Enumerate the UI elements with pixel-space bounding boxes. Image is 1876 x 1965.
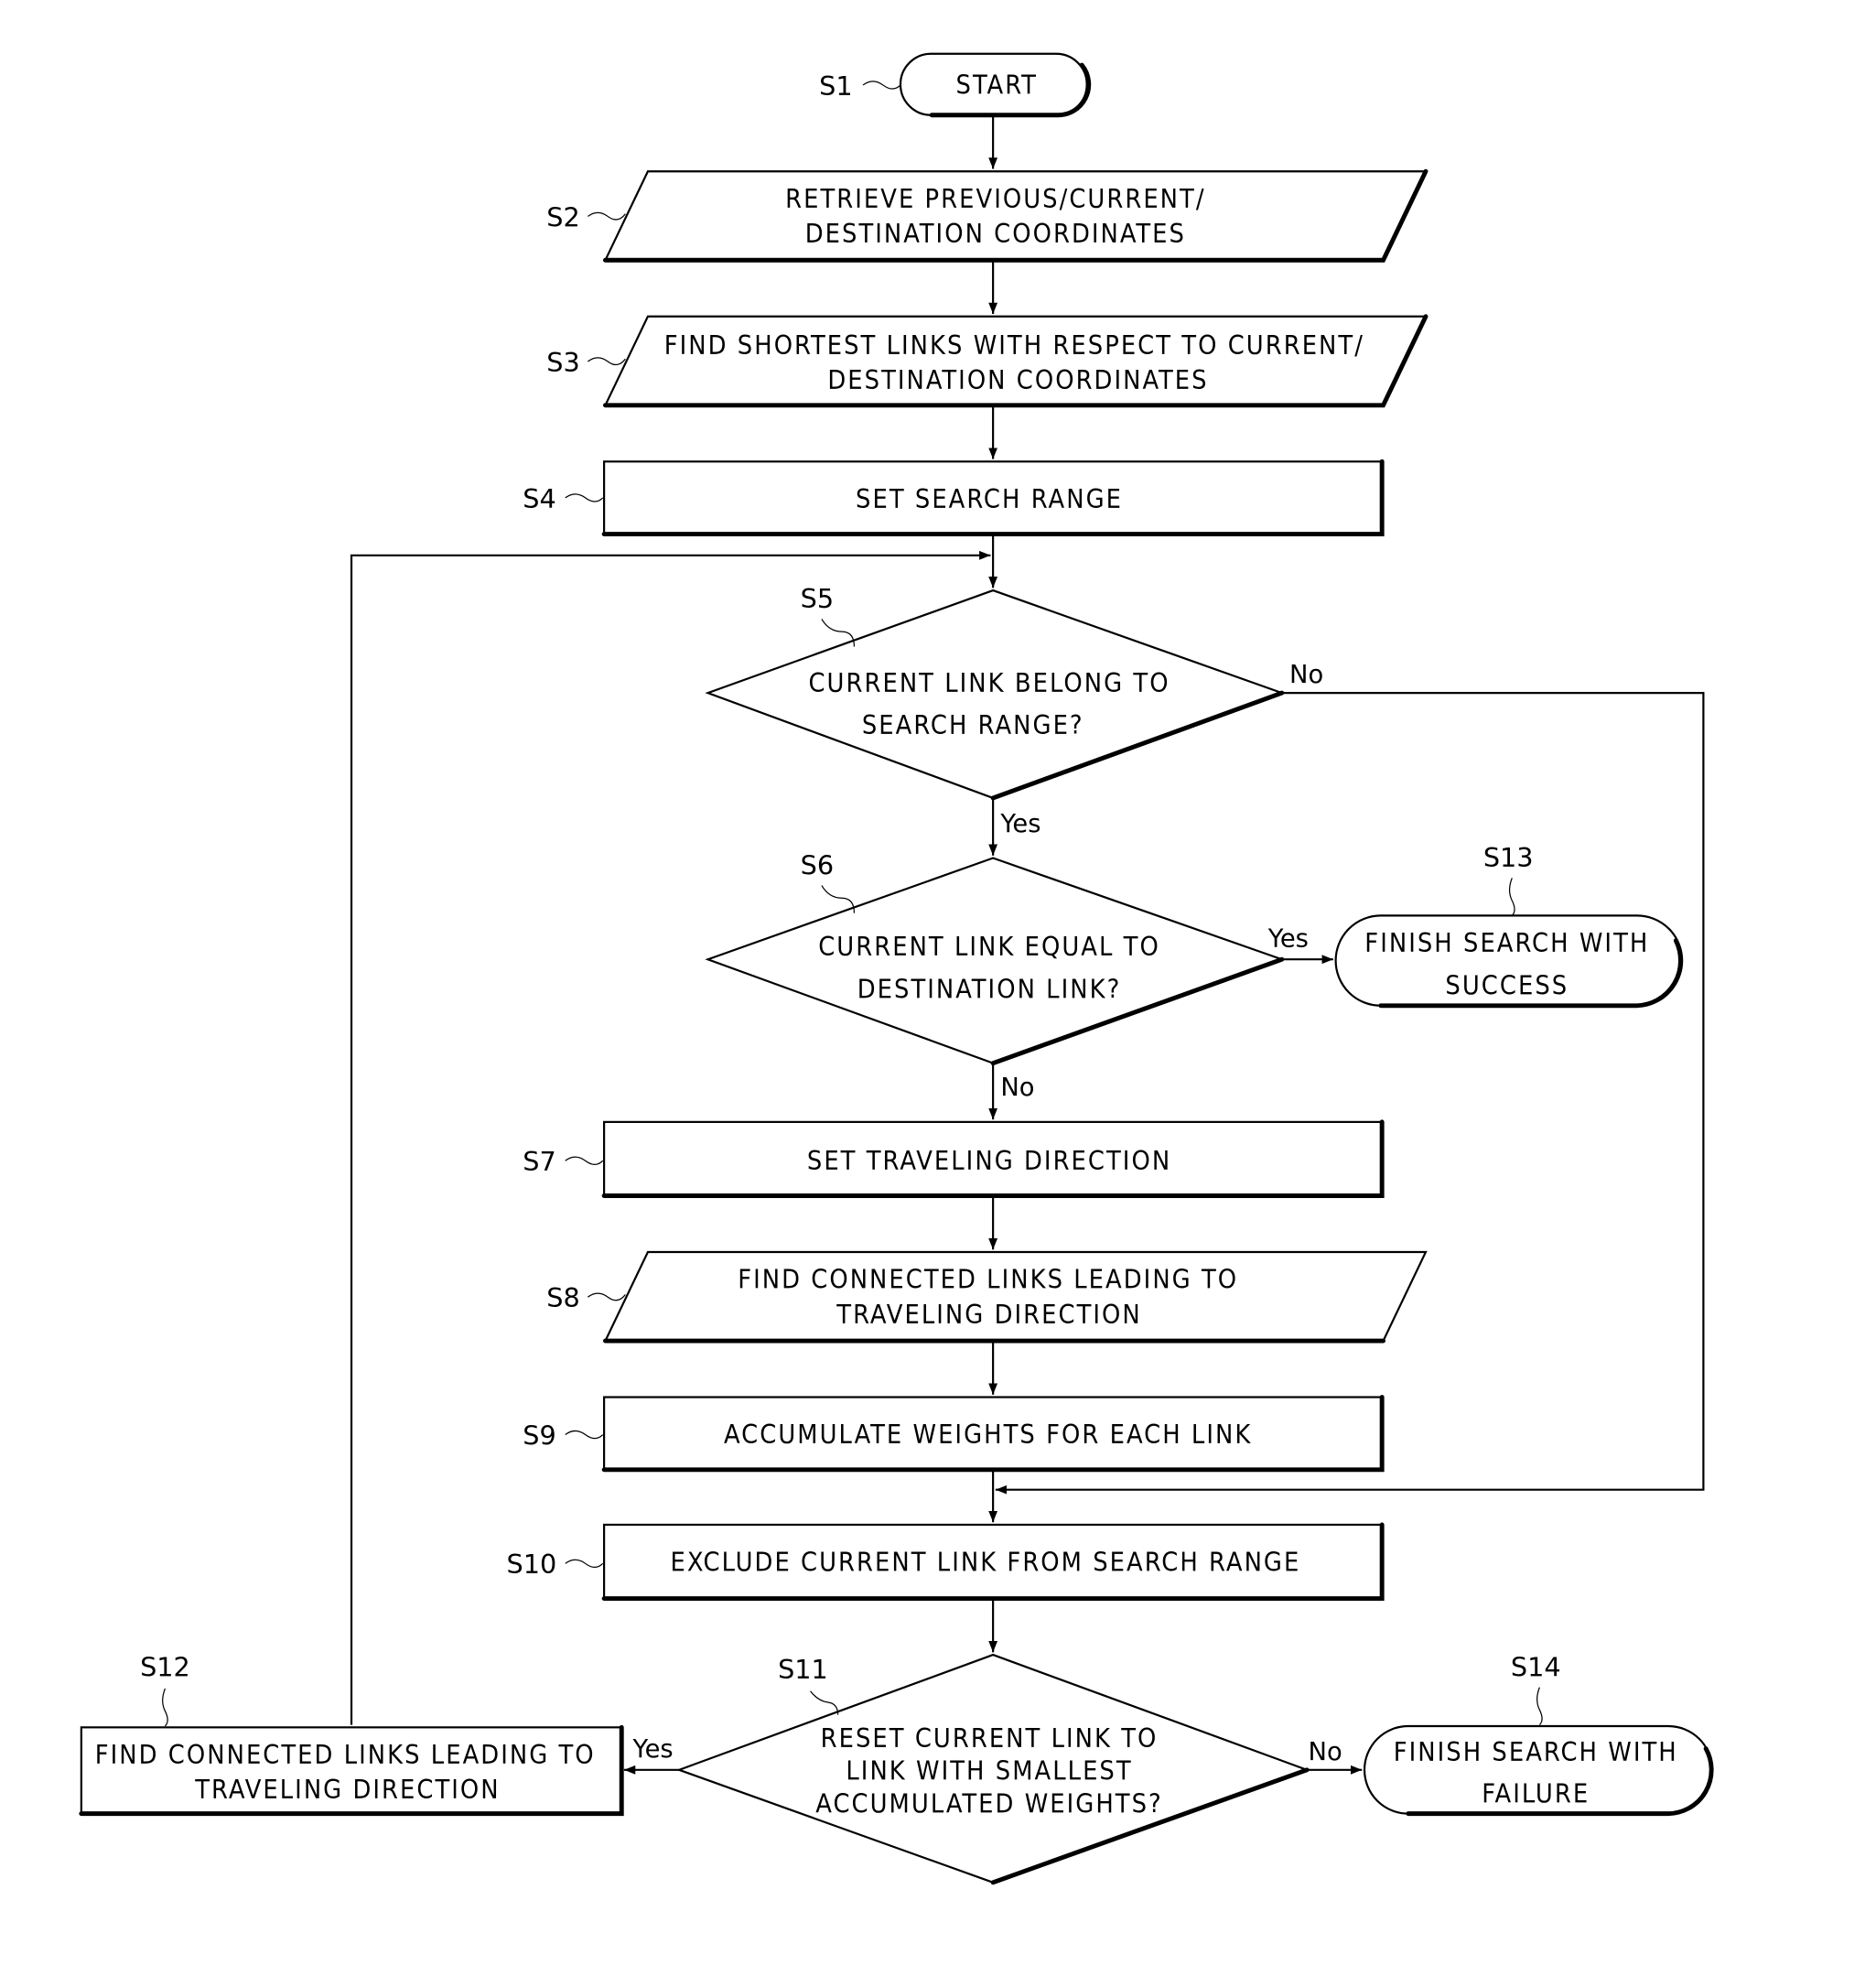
s12-text-line1: FIND CONNECTED LINKS LEADING TO <box>95 1739 596 1770</box>
s14-text-line2: FAILURE <box>1482 1777 1590 1808</box>
s13-text-line2: SUCCESS <box>1445 969 1569 1000</box>
s14-text-line1: FINISH SEARCH WITH <box>1394 1736 1678 1767</box>
s12-text-line2: TRAVELING DIRECTION <box>194 1774 500 1805</box>
s3-ref: S3 <box>546 347 626 378</box>
s2-text-line2: DESTINATION COORDINATES <box>805 218 1186 249</box>
s6-yes-label: Yes <box>1267 925 1309 954</box>
s2-text-line1: RETRIEVE PREVIOUS/CURRENT/ <box>785 183 1205 214</box>
s4-label: S4 <box>523 483 555 514</box>
s5-yes-label: Yes <box>999 810 1040 838</box>
s11-label: S11 <box>778 1654 828 1685</box>
s8-text-line2: TRAVELING DIRECTION <box>836 1299 1141 1330</box>
s9-ref: S9 <box>523 1420 604 1451</box>
s3-text-line1: FIND SHORTEST LINKS WITH RESPECT TO CURR… <box>664 329 1364 361</box>
step-s5-decision: CURRENT LINK BELONG TO SEARCH RANGE? <box>705 588 1286 801</box>
step-s7: SET TRAVELING DIRECTION <box>601 1119 1385 1198</box>
s13-label: S13 <box>1483 842 1534 873</box>
step-s12: FIND CONNECTED LINKS LEADING TO TRAVELIN… <box>79 1724 624 1817</box>
arrow-s5-no <box>995 692 1705 1495</box>
s1-text: START <box>956 69 1038 100</box>
s8-text-line1: FIND CONNECTED LINKS LEADING TO <box>738 1264 1238 1295</box>
s10-ref: S10 <box>507 1549 604 1580</box>
s11-no-label: No <box>1309 1738 1342 1766</box>
s6-text-line1: CURRENT LINK EQUAL TO <box>818 931 1160 962</box>
s7-text: SET TRAVELING DIRECTION <box>807 1145 1171 1176</box>
step-s4: SET SEARCH RANGE <box>601 459 1385 537</box>
s2-label: S2 <box>546 201 579 232</box>
s11-text-line1: RESET CURRENT LINK TO <box>821 1722 1159 1754</box>
s11-text-line3: ACCUMULATED WEIGHTS? <box>815 1787 1163 1819</box>
s1-ref: S1 <box>819 70 901 102</box>
s10-label: S10 <box>507 1549 557 1580</box>
s6-label: S6 <box>801 849 834 880</box>
s13-text-line1: FINISH SEARCH WITH <box>1364 927 1649 958</box>
s10-text: EXCLUDE CURRENT LINK FROM SEARCH RANGE <box>671 1547 1301 1578</box>
step-s1-start: START <box>899 52 1092 118</box>
s4-text: SET SEARCH RANGE <box>856 483 1123 514</box>
step-s2: RETRIEVE PREVIOUS/CURRENT/ DESTINATION C… <box>603 168 1429 263</box>
step-s8: FIND CONNECTED LINKS LEADING TO TRAVELIN… <box>603 1250 1428 1344</box>
s8-label: S8 <box>546 1282 579 1313</box>
s9-text: ACCUMULATE WEIGHTS FOR EACH LINK <box>724 1419 1252 1450</box>
s11-ref: S11 <box>778 1654 839 1715</box>
s3-label: S3 <box>546 347 579 378</box>
s13-ref: S13 <box>1483 842 1534 916</box>
step-s14-failure: FINISH SEARCH WITH FAILURE <box>1363 1724 1714 1817</box>
s11-text-line2: LINK WITH SMALLEST <box>846 1755 1132 1787</box>
step-s11-decision: RESET CURRENT LINK TO LINK WITH SMALLEST… <box>675 1653 1310 1885</box>
s9-label: S9 <box>523 1420 555 1451</box>
s14-ref: S14 <box>1511 1651 1561 1726</box>
step-s10: EXCLUDE CURRENT LINK FROM SEARCH RANGE <box>601 1522 1385 1602</box>
s14-label: S14 <box>1511 1651 1561 1682</box>
s7-ref: S7 <box>523 1146 604 1177</box>
s5-ref: S5 <box>801 583 856 647</box>
s6-text-line2: DESTINATION LINK? <box>857 974 1122 1005</box>
s7-label: S7 <box>523 1146 555 1177</box>
flowchart: START S1 RETRIEVE PREVIOUS/CURRENT/ DEST… <box>79 52 1714 1885</box>
s6-ref: S6 <box>801 849 856 913</box>
s5-text-line1: CURRENT LINK BELONG TO <box>808 667 1170 698</box>
s5-text-line2: SEARCH RANGE? <box>862 709 1084 740</box>
step-s13-success: FINISH SEARCH WITH SUCCESS <box>1334 914 1684 1009</box>
s5-label: S5 <box>801 583 834 614</box>
s2-ref: S2 <box>546 201 626 232</box>
step-s9: ACCUMULATE WEIGHTS FOR EACH LINK <box>601 1395 1385 1473</box>
s8-ref: S8 <box>546 1282 626 1313</box>
s11-yes-label: Yes <box>632 1735 674 1764</box>
s4-ref: S4 <box>523 483 604 514</box>
s12-ref: S12 <box>140 1651 190 1727</box>
s3-text-line2: DESTINATION COORDINATES <box>827 364 1208 395</box>
step-s6-decision: CURRENT LINK EQUAL TO DESTINATION LINK? <box>705 857 1286 1066</box>
s12-label: S12 <box>140 1651 190 1682</box>
s6-no-label: No <box>1000 1074 1034 1102</box>
step-s3: FIND SHORTEST LINKS WITH RESPECT TO CURR… <box>603 314 1429 408</box>
s1-label: S1 <box>819 70 852 102</box>
s5-no-label: No <box>1289 661 1323 689</box>
